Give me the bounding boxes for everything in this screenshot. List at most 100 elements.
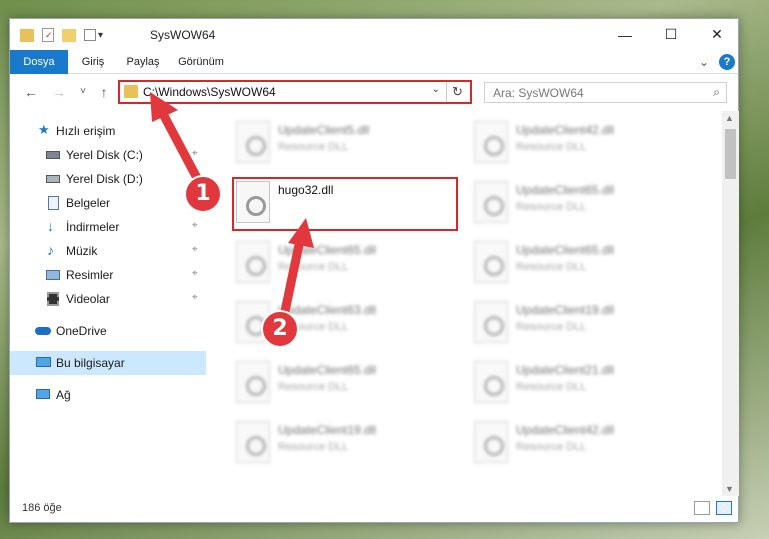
file-type: Resource DLL [516, 381, 587, 393]
sidebar-item-label: Resimler [66, 268, 114, 282]
navigation-pane: ★ Hızlı erişim Yerel Disk (C:) ⌖ Yerel D… [10, 111, 206, 496]
file-type: Resource DLL [516, 441, 587, 453]
sidebar-item-documents[interactable]: Belgeler ⌖ [10, 191, 206, 215]
scroll-down-icon[interactable]: ▼ [725, 484, 734, 494]
file-type: Resource DLL [516, 141, 587, 153]
sidebar-item-label: Müzik [66, 244, 98, 258]
up-button[interactable]: ↑ [95, 83, 113, 101]
address-path[interactable]: C:\Windows\SysWOW64 [143, 85, 276, 99]
sidebar-item-label: Yerel Disk (D:) [66, 172, 143, 186]
back-button[interactable]: ← [22, 83, 40, 101]
list-item[interactable]: UpdateClient5.dll Resource DLL [232, 117, 464, 167]
dll-file-icon [474, 361, 508, 403]
dll-file-icon [474, 121, 508, 163]
file-name: UpdateClient65.dll [516, 183, 615, 197]
folder-icon[interactable] [20, 28, 34, 42]
new-folder-icon[interactable] [62, 28, 76, 42]
sidebar-item-label: Ağ [56, 388, 71, 402]
dll-file-icon [236, 421, 270, 463]
highlight-box [232, 177, 458, 231]
title-bar: ✓ ▾ SysWOW64 — ☐ ✕ [10, 19, 738, 50]
star-icon: ★ [38, 122, 50, 137]
step-1-badge: 1 [184, 175, 222, 213]
search-icon[interactable]: ⌕ [713, 85, 720, 100]
pictures-icon [46, 270, 60, 280]
customize-toolbar-icon[interactable] [84, 29, 96, 41]
quick-access-dropdown-icon[interactable]: ▾ [98, 30, 103, 41]
file-name: UpdateClient19.dll [516, 303, 615, 317]
sidebar-item-label: Belgeler [66, 196, 111, 210]
sidebar-item-label: OneDrive [56, 324, 107, 338]
sidebar-item-label: Videolar [66, 292, 110, 306]
pin-icon[interactable]: ⌖ [192, 292, 198, 303]
list-item[interactable]: UpdateClient21.dll Resource DLL [470, 357, 702, 407]
maximize-button[interactable]: ☐ [648, 19, 694, 50]
ribbon-expand-icon[interactable]: ⌄ [694, 50, 714, 74]
file-type: Resource DLL [278, 141, 349, 153]
file-type: Resource DLL [278, 261, 349, 273]
file-name: UpdateClient65.dll [516, 243, 615, 257]
file-type: Resource DLL [516, 321, 587, 333]
help-icon[interactable]: ? [719, 54, 735, 70]
list-item[interactable]: UpdateClient19.dll Resource DLL [232, 417, 464, 467]
file-name: UpdateClient42.dll [516, 423, 615, 437]
drive-icon [46, 151, 60, 159]
file-name: UpdateClient65.dll [278, 243, 377, 257]
pin-icon[interactable]: ⌖ [192, 268, 198, 279]
scroll-up-icon[interactable]: ▲ [725, 113, 734, 123]
large-icons-view-icon[interactable] [716, 501, 732, 515]
tab-home[interactable]: Giriş [68, 50, 118, 74]
search-input[interactable]: Ara: SysWOW64 ⌕ [484, 82, 727, 103]
sidebar-item-onedrive[interactable]: OneDrive [10, 319, 206, 343]
sidebar-item-quick-access[interactable]: ★ Hızlı erişim [10, 119, 206, 143]
tab-view[interactable]: Görünüm [170, 50, 232, 74]
pin-icon[interactable]: ⌖ [192, 220, 198, 231]
address-dropdown-icon[interactable]: ⌄ [432, 84, 440, 95]
refresh-icon[interactable]: ↻ [446, 82, 468, 102]
close-button[interactable]: ✕ [694, 19, 740, 50]
sidebar-item-music[interactable]: ♪ Müzik ⌖ [10, 239, 206, 263]
properties-icon[interactable]: ✓ [42, 28, 54, 42]
dll-file-icon [236, 361, 270, 403]
forward-button[interactable]: → [50, 83, 68, 101]
folder-icon [124, 85, 138, 98]
ribbon-tabs: Dosya Giriş Paylaş Görünüm ⌄ ? [10, 50, 738, 74]
vertical-scrollbar[interactable]: ▲ ▼ [722, 111, 739, 496]
sidebar-item-pictures[interactable]: Resimler ⌖ [10, 263, 206, 287]
sidebar-item-disk-c[interactable]: Yerel Disk (C:) ⌖ [10, 143, 206, 167]
dll-file-icon [236, 241, 270, 283]
list-item[interactable]: UpdateClient42.dll Resource DLL [470, 417, 702, 467]
pin-icon[interactable]: ⌖ [192, 148, 198, 159]
file-type: Resource DLL [278, 441, 349, 453]
list-item[interactable]: UpdateClient19.dll Resource DLL [470, 297, 702, 347]
pin-icon[interactable]: ⌖ [192, 244, 198, 255]
file-name: UpdateClient42.dll [516, 123, 615, 137]
sidebar-item-disk-d[interactable]: Yerel Disk (D:) [10, 167, 206, 191]
dll-file-icon [474, 181, 508, 223]
sidebar-item-videos[interactable]: Videolar ⌖ [10, 287, 206, 311]
list-item[interactable]: UpdateClient65.dll Resource DLL [470, 177, 702, 227]
window-title: SysWOW64 [150, 28, 216, 42]
list-item[interactable]: UpdateClient65.dll Resource DLL [232, 237, 464, 287]
list-item[interactable]: UpdateClient42.dll Resource DLL [470, 117, 702, 167]
sidebar-item-network[interactable]: Ağ [10, 383, 206, 407]
step-2-badge: 2 [261, 310, 299, 348]
details-view-icon[interactable] [694, 501, 710, 515]
tab-share[interactable]: Paylaş [118, 50, 168, 74]
download-icon: ↓ [47, 218, 54, 234]
file-name: UpdateClient21.dll [516, 363, 615, 377]
drive-icon [46, 175, 60, 183]
list-item[interactable]: UpdateClient65.dll Resource DLL [470, 237, 702, 287]
address-bar[interactable]: C:\Windows\SysWOW64 ⌄ ↻ [118, 80, 472, 104]
item-count: 186 öğe [22, 502, 62, 514]
music-icon: ♪ [47, 242, 54, 258]
sidebar-item-label: Yerel Disk (C:) [66, 148, 143, 162]
file-list: UpdateClient5.dll Resource DLL hugo32.dl… [206, 111, 720, 496]
list-item[interactable]: UpdateClient65.dll Resource DLL [232, 357, 464, 407]
sidebar-item-downloads[interactable]: ↓ İndirmeler ⌖ [10, 215, 206, 239]
scrollbar-thumb[interactable] [725, 129, 736, 179]
tab-file[interactable]: Dosya [10, 50, 68, 74]
sidebar-item-this-pc[interactable]: Bu bilgisayar [10, 351, 206, 375]
recent-locations-button[interactable]: ˅ [74, 83, 92, 101]
minimize-button[interactable]: — [602, 19, 648, 50]
